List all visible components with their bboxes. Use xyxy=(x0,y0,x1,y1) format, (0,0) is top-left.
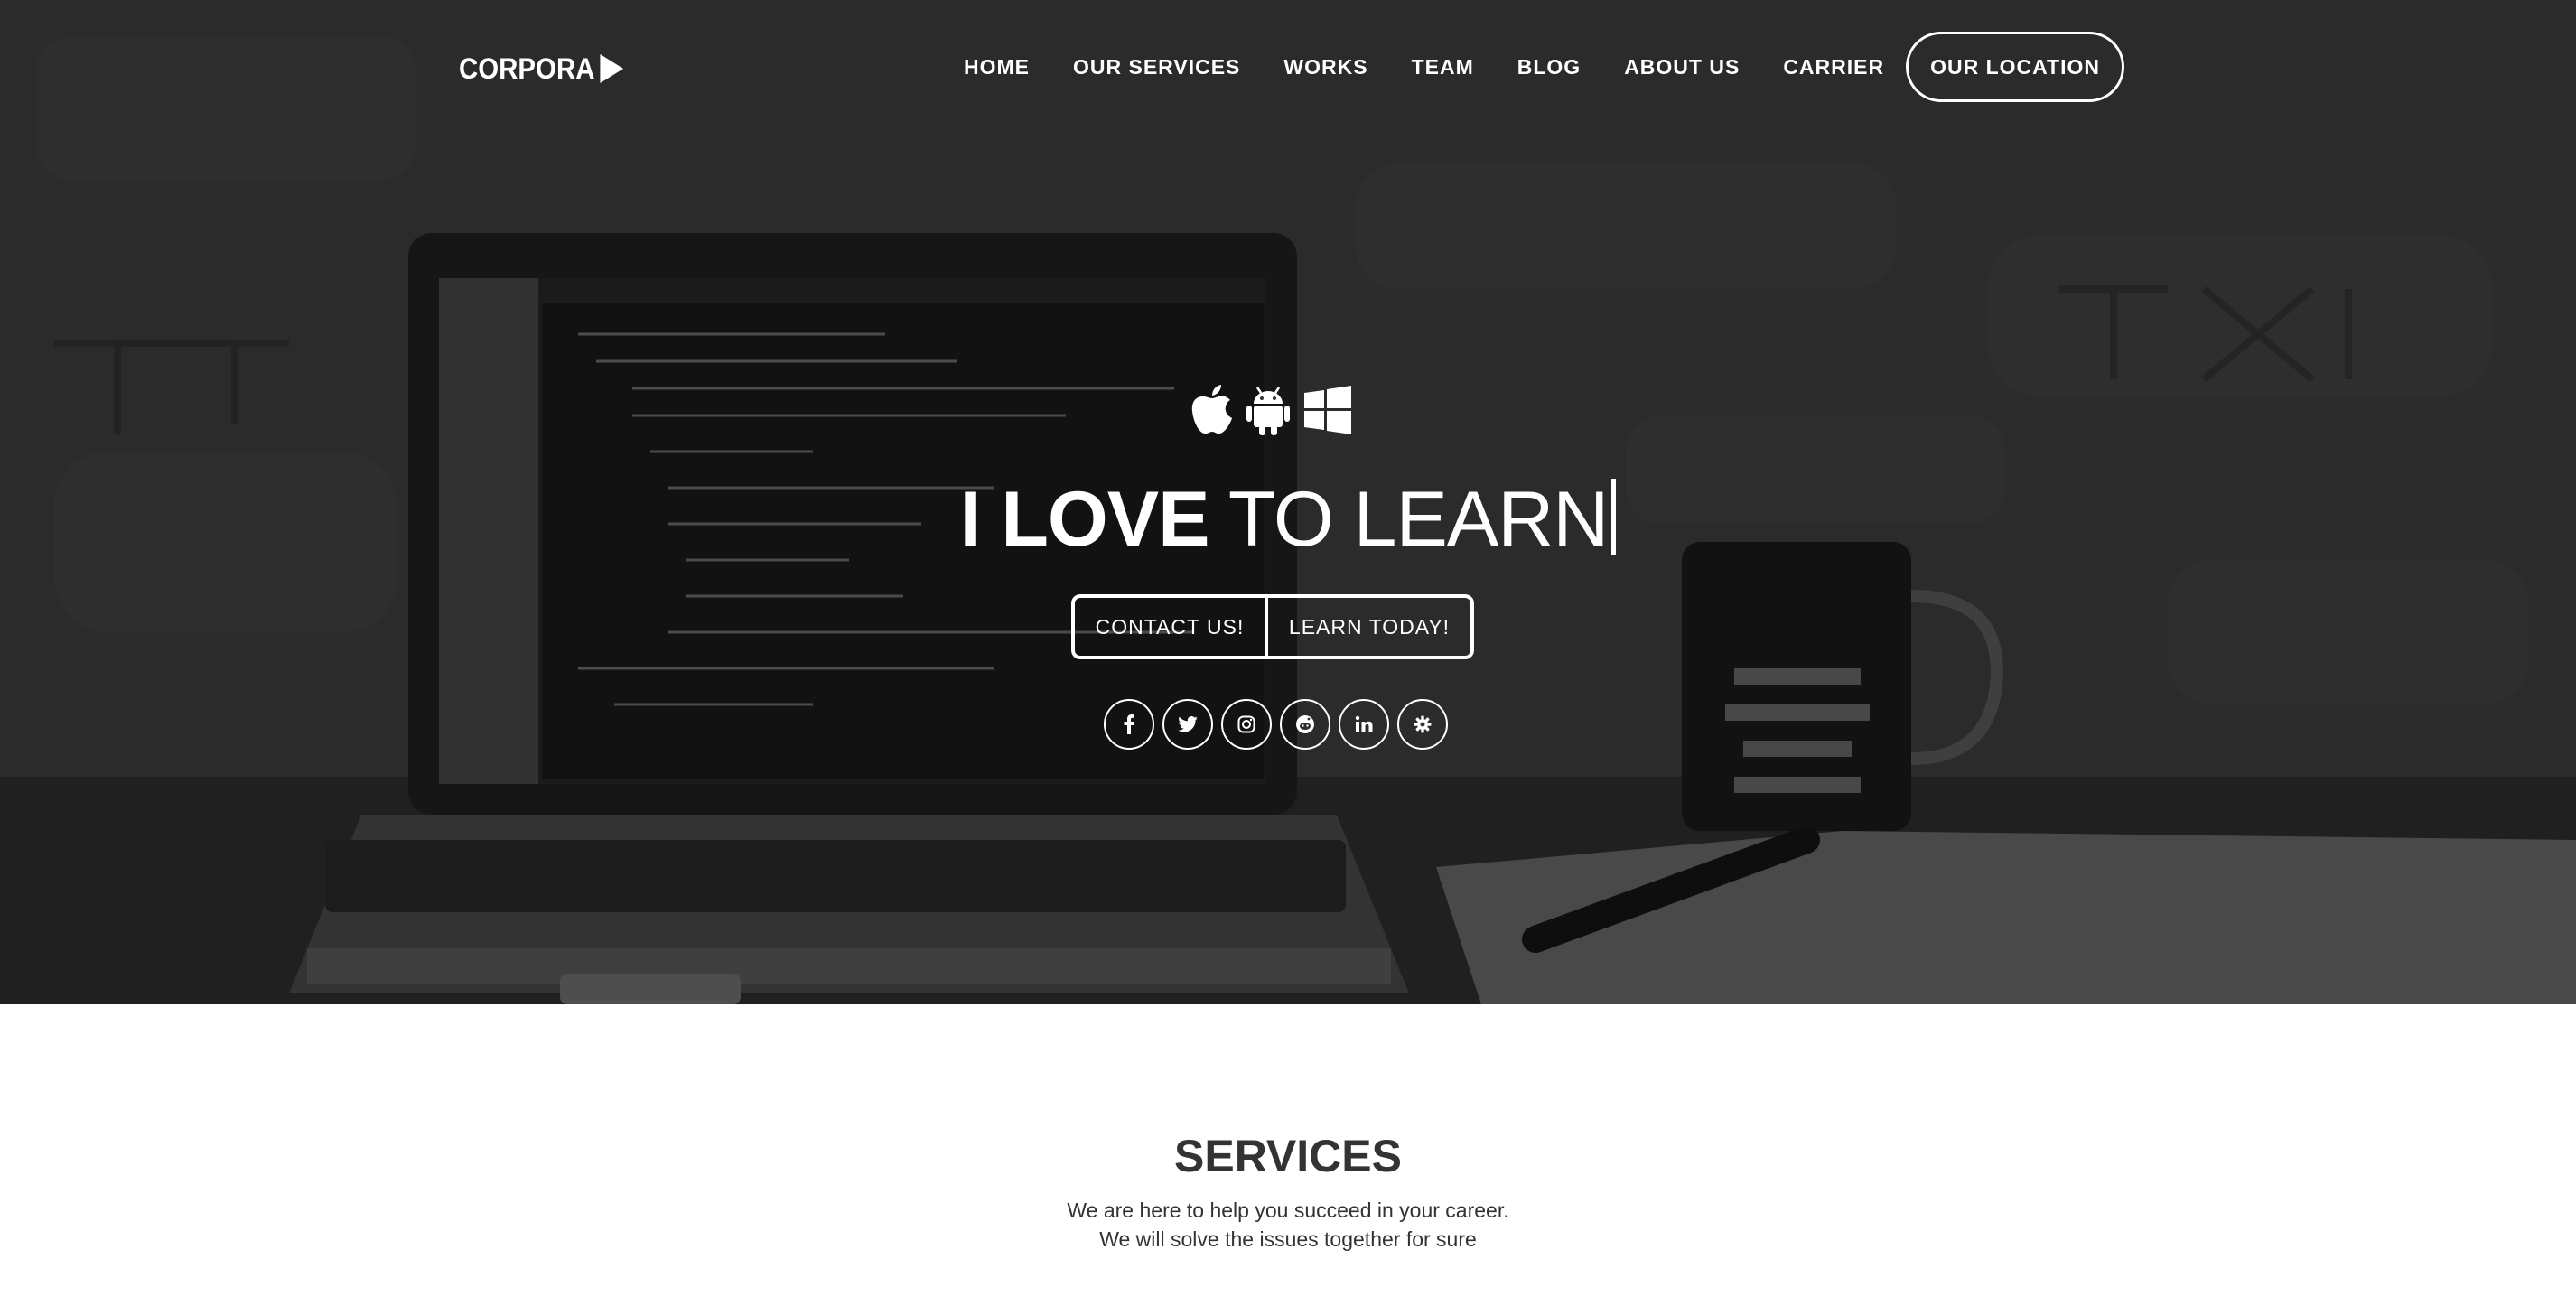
apple-icon xyxy=(1191,385,1232,434)
nav-carrier[interactable]: CARRIER xyxy=(1783,55,1884,79)
nav-home[interactable]: HOME xyxy=(964,55,1030,79)
platform-icons xyxy=(1190,383,1353,437)
services-line-2: We will solve the issues together for su… xyxy=(1099,1227,1477,1251)
facebook-icon[interactable] xyxy=(1104,699,1154,750)
nav-our-services[interactable]: OUR SERVICES xyxy=(1073,55,1240,79)
hero-title-bold: I LOVE xyxy=(959,476,1210,563)
main-nav: HOME OUR SERVICES WORKS TEAM BLOG ABOUT … xyxy=(964,29,2124,105)
corpora-logo[interactable]: CORPORA xyxy=(459,51,623,87)
nav-blog[interactable]: BLOG xyxy=(1517,55,1581,79)
twitter-icon[interactable] xyxy=(1162,699,1213,750)
hero-button-group: CONTACT US! LEARN TODAY! xyxy=(1071,594,1474,659)
services-section: SERVICES We are here to help you succeed… xyxy=(0,1004,2576,1306)
windows-icon xyxy=(1304,386,1351,434)
twitter-glyph xyxy=(1178,716,1198,732)
nav-about-us[interactable]: ABOUT US xyxy=(1624,55,1740,79)
nav-works[interactable]: WORKS xyxy=(1283,55,1367,79)
contact-us-button[interactable]: CONTACT US! xyxy=(1075,598,1268,656)
services-line-1: We are here to help you succeed in your … xyxy=(1067,1199,1509,1222)
android-icon xyxy=(1246,387,1290,435)
hero-section: CORPORA HOME OUR SERVICES WORKS TEAM BLO… xyxy=(0,0,2576,1004)
instagram-glyph xyxy=(1237,715,1255,733)
instagram-icon[interactable] xyxy=(1221,699,1272,750)
linkedin-glyph xyxy=(1355,715,1373,732)
hero-title-rest: TO LEARN xyxy=(1209,476,1610,563)
typing-cursor xyxy=(1611,479,1617,555)
hero-title: I LOVE TO LEARN xyxy=(0,470,2576,569)
reddit-glyph xyxy=(1296,715,1314,733)
gear-icon[interactable] xyxy=(1397,699,1448,750)
play-icon xyxy=(599,54,623,83)
our-location-button[interactable]: OUR LOCATION xyxy=(1906,32,2124,102)
services-title: SERVICES xyxy=(1174,1131,1402,1181)
linkedin-icon[interactable] xyxy=(1339,699,1389,750)
nav-team[interactable]: TEAM xyxy=(1412,55,1474,79)
gear-glyph xyxy=(1414,715,1432,733)
logo-text: CORPORA xyxy=(459,51,595,85)
services-subtitle: We are here to help you succeed in your … xyxy=(0,1196,2576,1254)
learn-today-button[interactable]: LEARN TODAY! xyxy=(1268,598,1470,656)
facebook-glyph xyxy=(1124,714,1134,734)
social-links xyxy=(1104,699,1448,750)
reddit-icon[interactable] xyxy=(1280,699,1330,750)
